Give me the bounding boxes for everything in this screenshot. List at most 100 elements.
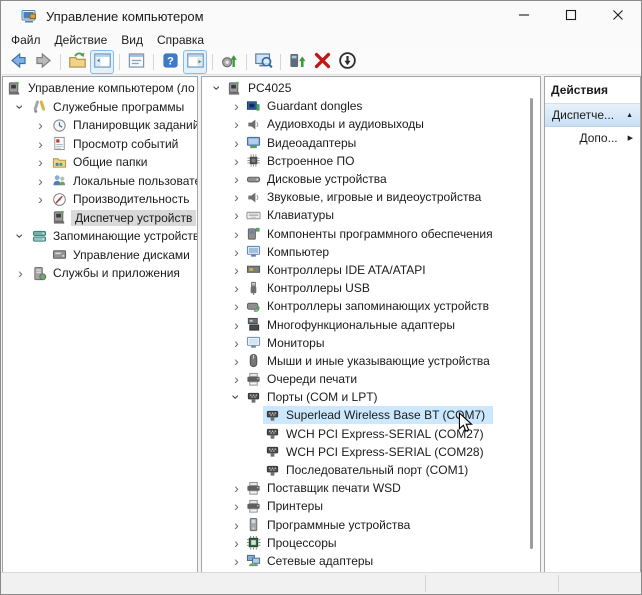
menu-item[interactable]: Файл — [4, 32, 48, 48]
tree-item-body: Программные устройства — [244, 516, 415, 534]
tree-item[interactable]: ›Запоминающие устройства — [3, 227, 197, 246]
tree-item[interactable]: ›Superlead Wireless Base BT (COM7) — [202, 406, 540, 424]
chevron-right-icon[interactable]: › — [229, 227, 244, 241]
tree-item[interactable]: › Видеоадаптеры — [202, 134, 540, 152]
tree-item[interactable]: ›Контроллеры IDE ATA/ATAPI — [202, 261, 540, 279]
chevron-down-icon[interactable]: › — [230, 390, 244, 405]
show-action-pane-button[interactable] — [183, 50, 207, 74]
chevron-right-icon[interactable]: › — [229, 536, 244, 550]
menu-item[interactable]: Справка — [150, 32, 211, 48]
keyboard-icon — [245, 207, 261, 223]
menu-item[interactable]: Вид — [114, 32, 150, 48]
display-adapter-icon — [245, 135, 261, 151]
device-tree: ›PC4025›Guardant dongles›Аудиовходы и ау… — [202, 77, 540, 573]
chevron-right-icon[interactable]: › — [31, 118, 50, 132]
chevron-right-icon[interactable]: › — [229, 336, 244, 350]
tree-item[interactable]: ›Сетевые адаптеры — [202, 552, 540, 570]
chevron-right-icon[interactable]: › — [229, 208, 244, 222]
tree-item[interactable]: ›Локальные пользовател — [3, 172, 197, 191]
tree-item[interactable]: ›Службы и приложения — [3, 264, 197, 283]
tree-item[interactable]: ›Очереди печати — [202, 370, 540, 388]
collapse-arrow-icon[interactable]: ▲ — [626, 112, 633, 119]
chevron-right-icon[interactable]: › — [11, 266, 30, 280]
tree-item[interactable]: ›Служебные программы — [3, 98, 197, 117]
chevron-right-icon[interactable]: › — [229, 190, 244, 204]
tree-item-label: Планировщик заданий — [71, 117, 198, 133]
tree-item[interactable]: ›Общие папки — [3, 153, 197, 172]
tree-item[interactable]: ›Звуковые, игровые и видеоустройства — [202, 188, 540, 206]
tree-item[interactable]: ›Принтеры — [202, 497, 540, 515]
tree-item[interactable]: ›Встроенное ПО — [202, 152, 540, 170]
tree-item[interactable]: ›Многофункциональные адаптеры — [202, 315, 540, 333]
show-console-tree-button[interactable] — [90, 50, 114, 74]
chevron-right-icon[interactable]: › — [229, 481, 244, 495]
tree-item[interactable]: ›Производительность — [3, 190, 197, 209]
tree-item[interactable]: ›Диспетчер устройств — [3, 209, 197, 228]
help-button[interactable]: ? — [158, 50, 182, 74]
enable-device-button[interactable] — [285, 50, 309, 74]
action-group[interactable]: Диспетче...▲ — [545, 104, 640, 127]
back-button[interactable] — [6, 50, 30, 74]
chevron-right-icon[interactable]: › — [229, 263, 244, 277]
tree-item[interactable]: ›Порты (COM и LPT) — [202, 388, 540, 406]
tree-item[interactable]: ›Компоненты программного обеспечения — [202, 225, 540, 243]
tree-item[interactable]: ›Guardant dongles — [202, 97, 540, 115]
chevron-right-icon[interactable]: › — [229, 281, 244, 295]
chevron-right-icon[interactable]: › — [229, 136, 244, 150]
chevron-right-icon[interactable]: › — [229, 518, 244, 532]
chevron-right-icon[interactable]: › — [229, 499, 244, 513]
tree-item[interactable]: ›WCH PCI Express-SERIAL (COM28) — [202, 443, 540, 461]
tree-item[interactable]: ›Клавиатуры — [202, 206, 540, 224]
chevron-right-icon[interactable]: › — [31, 155, 50, 169]
close-button[interactable] — [594, 1, 641, 31]
tree-item[interactable]: ›Последовательный порт (COM1) — [202, 461, 540, 479]
chevron-right-icon[interactable]: › — [31, 192, 50, 206]
minimize-button[interactable] — [500, 1, 547, 31]
tree-item[interactable]: ›Мыши и иные указывающие устройства — [202, 352, 540, 370]
chevron-down-icon[interactable]: › — [14, 97, 28, 116]
chevron-right-icon[interactable]: › — [229, 554, 244, 568]
tree-item[interactable]: ›Контроллеры запоминающих устройств — [202, 297, 540, 315]
tree-item[interactable]: ›Процессоры — [202, 534, 540, 552]
tree-item[interactable]: ›Аудиовходы и аудиовыходы — [202, 115, 540, 133]
tree-item[interactable]: ›Поставщик печати WSD — [202, 479, 540, 497]
tree-item[interactable]: ›Мониторы — [202, 334, 540, 352]
chevron-right-icon[interactable]: › — [229, 154, 244, 168]
chevron-right-icon[interactable]: › — [229, 117, 244, 131]
tree-item[interactable]: ›Управление дисками — [3, 246, 197, 265]
chevron-right-icon[interactable]: › — [229, 99, 244, 113]
export-list-button[interactable] — [65, 50, 89, 74]
chevron-down-icon[interactable]: › — [14, 227, 28, 246]
expand-arrow-icon[interactable]: ▶ — [628, 134, 633, 142]
tree-item[interactable]: Управление компьютером (ло — [3, 79, 197, 98]
chevron-down-icon[interactable]: › — [211, 81, 225, 96]
chevron-right-icon[interactable]: › — [229, 172, 244, 186]
disable-device-button[interactable] — [335, 50, 359, 74]
scan-hardware-changes-button[interactable] — [251, 50, 275, 74]
tree-item[interactable]: ›Контроллеры USB — [202, 279, 540, 297]
chevron-right-icon[interactable]: › — [31, 174, 50, 188]
vertical-scrollbar-thumb[interactable] — [530, 98, 533, 549]
update-driver-button[interactable] — [217, 50, 241, 74]
chevron-right-icon[interactable]: › — [229, 354, 244, 368]
forward-button[interactable] — [31, 50, 55, 74]
tree-item[interactable]: ›Дисковые устройства — [202, 170, 540, 188]
chevron-right-icon[interactable]: › — [31, 137, 50, 151]
menu-item[interactable]: Действие — [48, 32, 115, 48]
tree-item[interactable]: ›Компьютер — [202, 243, 540, 261]
chevron-right-icon[interactable]: › — [229, 299, 244, 313]
tree-item[interactable]: ›WCH PCI Express-SERIAL (COM27) — [202, 425, 540, 443]
tree-item[interactable]: ›Программные устройства — [202, 516, 540, 534]
tree-item-label: Диспетчер устройств — [71, 210, 196, 226]
chevron-right-icon[interactable]: › — [229, 372, 244, 386]
chevron-right-icon[interactable]: › — [229, 245, 244, 259]
properties-button[interactable] — [124, 50, 148, 74]
maximize-button[interactable] — [547, 1, 594, 31]
tree-item[interactable]: ›Просмотр событий — [3, 135, 197, 154]
chevron-right-icon[interactable]: › — [229, 318, 244, 332]
tree-item-label: Видеоадаптеры — [265, 135, 358, 151]
uninstall-device-button[interactable] — [310, 50, 334, 74]
action-group[interactable]: Допо...▶ — [545, 127, 640, 149]
tree-item[interactable]: › Планировщик заданий — [3, 116, 197, 135]
tree-item[interactable]: ›PC4025 — [202, 79, 540, 97]
